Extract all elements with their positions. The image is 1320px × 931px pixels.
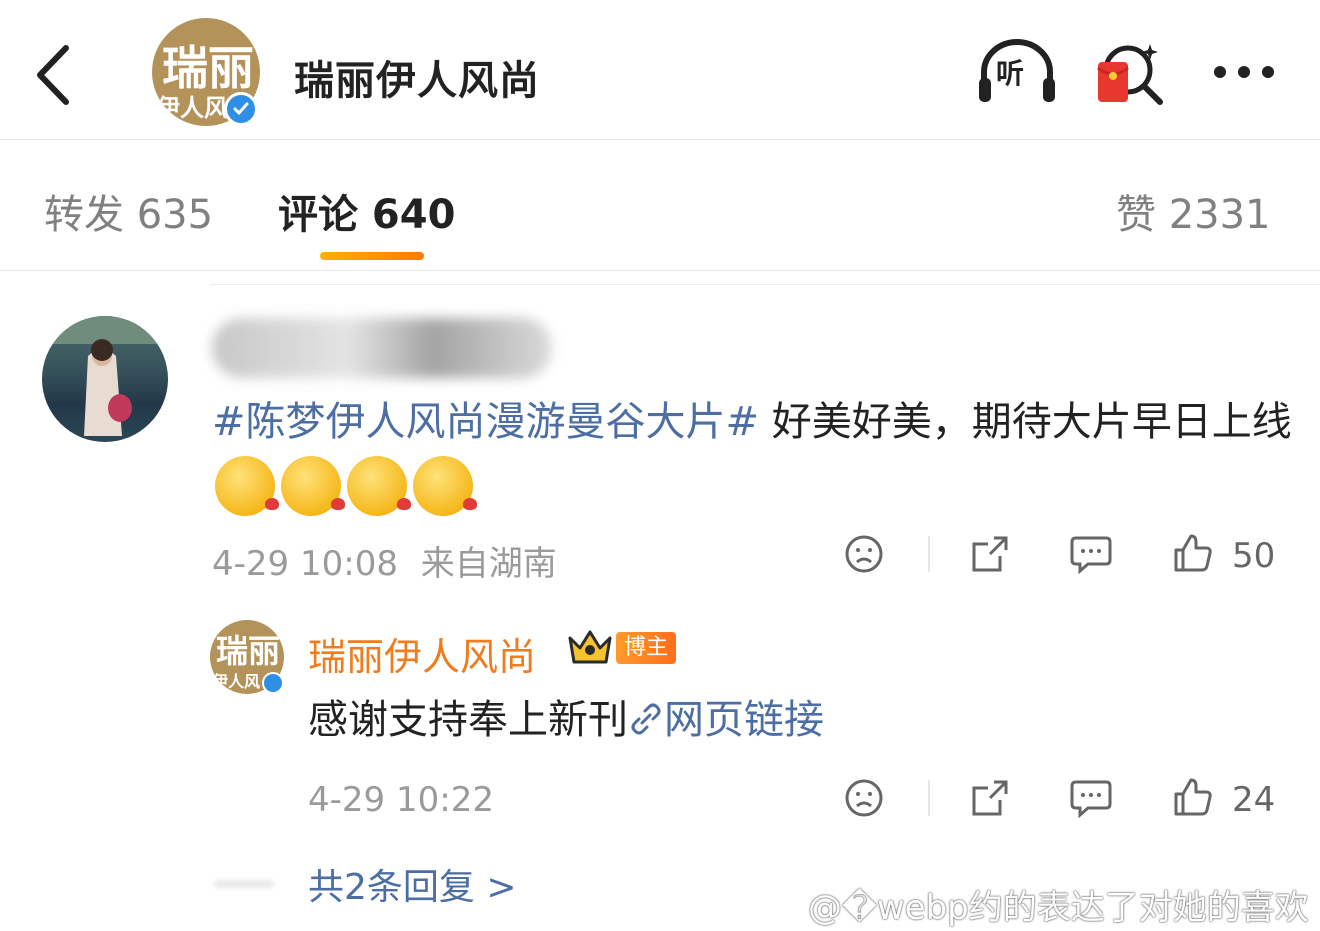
comment-bubble-icon bbox=[1070, 780, 1112, 819]
blushing-emoji-icon bbox=[413, 456, 477, 516]
reply-button[interactable] bbox=[1070, 534, 1112, 578]
avatar-logo-bottom: 伊人风 bbox=[212, 672, 261, 691]
verified-badge-icon bbox=[224, 92, 258, 126]
account-title[interactable]: 瑞丽伊人风尚 bbox=[294, 48, 540, 106]
dislike-button[interactable] bbox=[844, 534, 884, 578]
blurred-element bbox=[214, 880, 274, 888]
like-button[interactable] bbox=[1172, 776, 1214, 822]
listen-button[interactable]: 听 bbox=[976, 38, 1058, 106]
commenter-name-blurred[interactable] bbox=[212, 318, 552, 378]
listen-label: 听 bbox=[996, 57, 1025, 90]
tab-active-indicator bbox=[320, 252, 424, 260]
comment-hashtag[interactable]: #陈梦伊人风尚漫游曼谷大片# bbox=[212, 399, 759, 445]
reply-button[interactable] bbox=[1070, 778, 1112, 822]
top-bar: 瑞丽 伊人风 瑞丽伊人风尚 听 bbox=[0, 0, 1320, 140]
crown-icon bbox=[566, 626, 614, 668]
reply-link-text: 网页链接 bbox=[664, 697, 824, 743]
reply-time: 4-29 10:22 bbox=[308, 780, 494, 820]
avatar-logo-top: 瑞丽 bbox=[216, 632, 281, 670]
share-button[interactable] bbox=[970, 778, 1010, 822]
chevron-left-icon bbox=[37, 45, 69, 105]
blushing-emoji-icon bbox=[281, 456, 345, 516]
dislike-button[interactable] bbox=[844, 778, 884, 822]
comment-time: 4-29 10:08 bbox=[212, 544, 398, 584]
author-badge: 博主 bbox=[616, 632, 677, 664]
blushing-emoji-icon bbox=[347, 456, 411, 516]
like-button[interactable] bbox=[1172, 532, 1214, 578]
thumbs-up-icon bbox=[1174, 534, 1212, 572]
watermark: @�webp约的表达了对她的喜欢 bbox=[808, 888, 1309, 928]
back-button[interactable] bbox=[30, 40, 80, 110]
comment-content: #陈梦伊人风尚漫游曼谷大片# 好美好美，期待大片早日上线 bbox=[212, 388, 1292, 527]
reply-like-count: 24 bbox=[1232, 780, 1276, 820]
avatar-logo-bottom: 伊人风 bbox=[156, 93, 228, 122]
share-icon bbox=[972, 780, 1008, 816]
action-divider bbox=[928, 536, 930, 572]
red-packet-search-icon bbox=[1097, 44, 1163, 105]
tab-repost[interactable]: 转发 635 bbox=[44, 182, 213, 240]
red-packet-search-button[interactable] bbox=[1094, 40, 1166, 106]
reply-author-name[interactable]: 瑞丽伊人风尚 bbox=[308, 626, 536, 681]
reply-web-link[interactable]: 网页链接 bbox=[628, 697, 824, 743]
blushing-emoji-icon bbox=[215, 456, 279, 516]
commenter-avatar[interactable] bbox=[42, 316, 168, 442]
tab-like[interactable]: 赞 2331 bbox=[1116, 182, 1271, 240]
verified-badge-icon bbox=[262, 672, 284, 694]
share-button[interactable] bbox=[970, 534, 1010, 578]
tab-bar: 转发 635 评论 640 赞 2331 bbox=[0, 140, 1320, 271]
more-options-button[interactable] bbox=[1208, 54, 1278, 90]
sad-face-icon bbox=[845, 535, 883, 573]
thumbs-up-icon bbox=[1174, 778, 1212, 816]
view-more-replies-link[interactable]: 共2条回复 > bbox=[308, 858, 517, 910]
comment-location: 来自湖南 bbox=[420, 544, 557, 584]
comment-bubble-icon bbox=[1070, 536, 1112, 575]
divider bbox=[210, 284, 1320, 285]
comment-text: 好美好美，期待大片早日上线 bbox=[759, 399, 1292, 445]
sad-face-icon bbox=[845, 779, 883, 817]
action-divider bbox=[928, 780, 930, 816]
reply-content: 感谢支持奉上新刊 网页链接 bbox=[308, 692, 824, 748]
comment-like-count: 50 bbox=[1232, 536, 1276, 576]
reply-text: 感谢支持奉上新刊 bbox=[308, 697, 628, 743]
tab-comment[interactable]: 评论 640 bbox=[278, 182, 455, 240]
share-icon bbox=[972, 536, 1008, 572]
comment-meta: 4-29 10:08 来自湖南 bbox=[212, 536, 557, 585]
link-icon bbox=[631, 703, 661, 735]
